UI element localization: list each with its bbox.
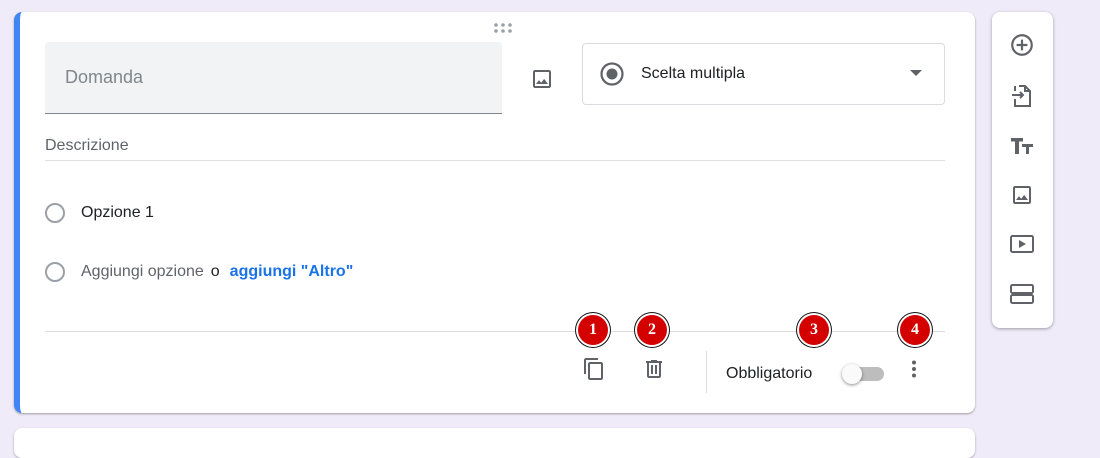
more-vert-icon xyxy=(912,360,916,378)
video-icon xyxy=(1010,235,1034,253)
description-underline xyxy=(45,160,945,161)
duplicate-button[interactable] xyxy=(576,351,612,387)
option-text[interactable]: Opzione 1 xyxy=(81,204,154,222)
footer-separator xyxy=(706,351,707,393)
add-image-button[interactable] xyxy=(522,59,562,99)
toggle-thumb xyxy=(842,364,862,384)
drag-handle-icon[interactable] xyxy=(492,22,514,34)
add-title-button[interactable] xyxy=(1004,128,1040,164)
question-type-select[interactable]: Scelta multipla xyxy=(582,43,945,105)
radio-circle-icon xyxy=(45,262,65,282)
option-row[interactable]: Opzione 1 xyxy=(45,200,154,226)
question-type-label: Scelta multipla xyxy=(641,65,746,82)
add-other-link[interactable]: aggiungi "Altro" xyxy=(230,263,354,281)
dropdown-arrow-icon xyxy=(910,70,922,76)
required-toggle[interactable] xyxy=(842,364,886,384)
trash-icon xyxy=(646,360,662,378)
add-video-button[interactable] xyxy=(1004,226,1040,262)
floating-toolbar xyxy=(992,12,1053,328)
annotation-badge-3: 3 xyxy=(799,315,829,345)
annotation-badge-2: 2 xyxy=(637,315,667,345)
add-section-button[interactable] xyxy=(1004,276,1040,312)
import-questions-button[interactable] xyxy=(1004,78,1040,114)
image-icon xyxy=(1013,186,1031,204)
or-text: o xyxy=(210,263,220,280)
required-label: Obbligatorio xyxy=(726,365,813,382)
add-circle-icon xyxy=(1011,34,1033,56)
annotation-badge-1: 1 xyxy=(578,315,608,345)
add-option-row: Aggiungi opzione o aggiungi "Altro" xyxy=(45,259,353,285)
annotation-badge-4: 4 xyxy=(900,315,930,345)
add-image-toolbar-button[interactable] xyxy=(1004,177,1040,213)
copy-icon xyxy=(584,358,603,380)
question-input[interactable] xyxy=(45,42,502,114)
description-field[interactable]: Descrizione xyxy=(45,137,129,155)
next-question-card xyxy=(14,428,975,458)
more-options-button[interactable] xyxy=(896,351,932,387)
radio-circle-icon xyxy=(45,203,65,223)
add-question-button[interactable] xyxy=(1004,27,1040,63)
import-icon xyxy=(1012,85,1031,107)
section-icon xyxy=(1010,284,1034,304)
delete-button[interactable] xyxy=(636,351,672,387)
title-icon xyxy=(1011,138,1033,154)
question-card: Scelta multipla Descrizione Opzione 1 Ag… xyxy=(14,12,975,413)
add-option-link[interactable]: Aggiungi opzione xyxy=(81,263,204,281)
image-icon xyxy=(533,70,551,88)
radio-button-icon xyxy=(600,62,624,86)
